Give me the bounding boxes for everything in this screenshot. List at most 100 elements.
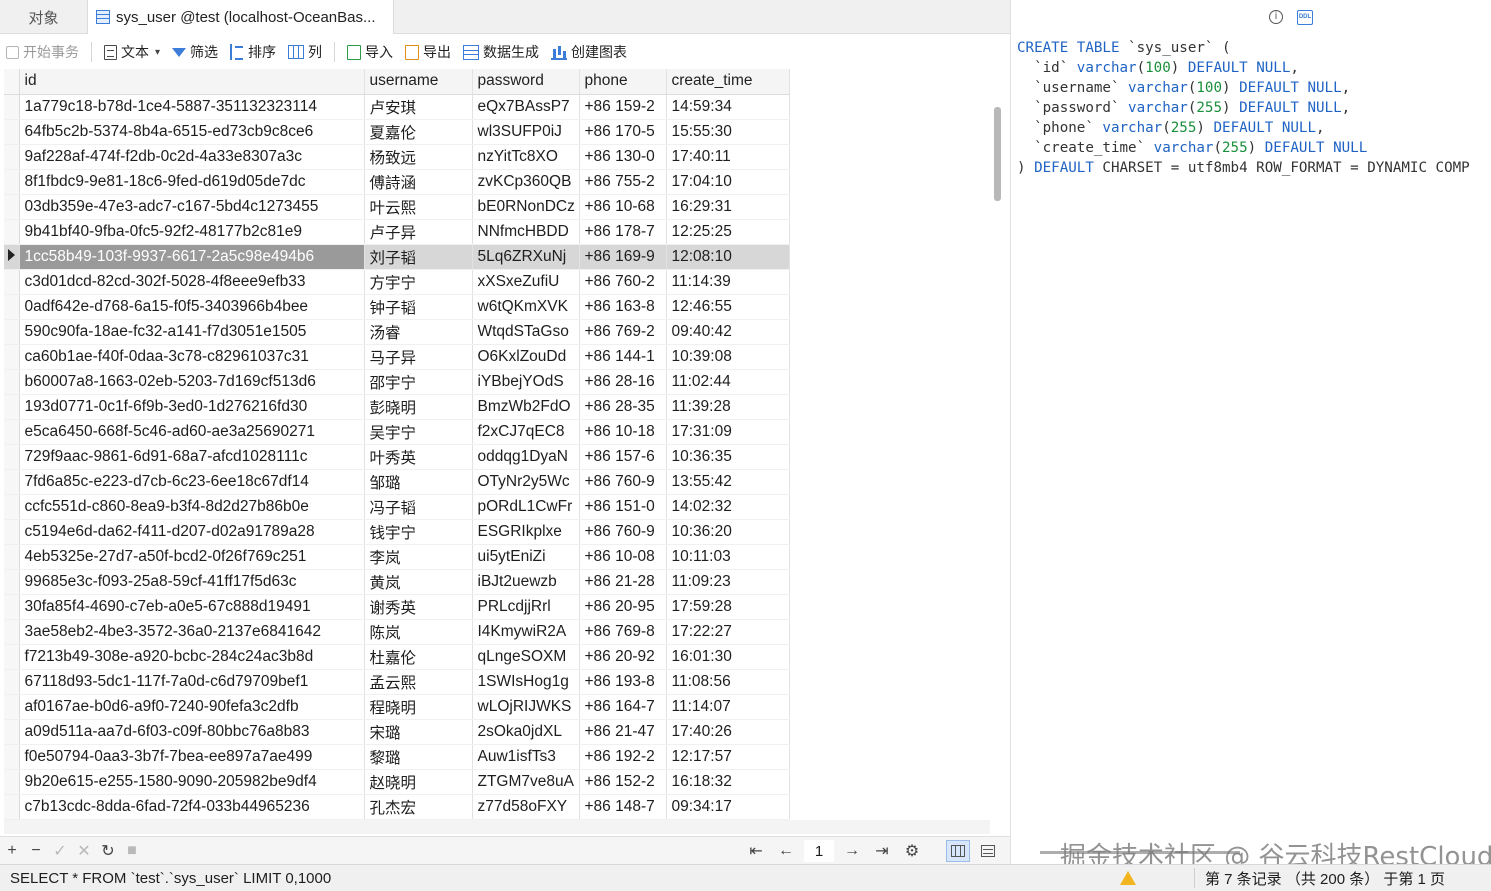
cell-create-time[interactable]: 17:22:27 (666, 619, 790, 645)
row-indicator[interactable] (4, 144, 20, 170)
row-indicator[interactable] (4, 469, 20, 495)
table-row[interactable]: 3ae58eb2-4be3-3572-36a0-2137e6841642 陈岚 I4… (4, 619, 790, 645)
table-row[interactable]: 7fd6a85c-e223-d7cb-6c23-6ee18c67df14 邹璐 OT… (4, 469, 790, 495)
cell-username[interactable]: 钱宇宁 (364, 519, 473, 545)
cell-password[interactable]: eQx7BAssP7 (472, 94, 580, 120)
cell-id[interactable]: 729f9aac-9861-6d91-68a7-afcd1028111c (19, 444, 365, 470)
cell-username[interactable]: 孔杰宏 (364, 794, 473, 820)
cell-id[interactable]: 0adf642e-d768-6a15-f0f5-3403966b4bee (19, 294, 365, 320)
cell-password[interactable]: ZTGM7ve8uA (472, 769, 580, 795)
cell-phone[interactable]: +86 760-2 (579, 269, 667, 295)
cell-password[interactable]: nzYitTc8XO (472, 144, 580, 170)
table-row[interactable]: 99685e3c-f093-25a8-59cf-41ff17f5d63c 黄岚 iB… (4, 569, 790, 595)
cell-id[interactable]: 1a779c18-b78d-1ce4-5887-351132323114 (19, 94, 365, 120)
cell-create-time[interactable]: 12:17:57 (666, 744, 790, 770)
form-view-button[interactable] (976, 840, 1000, 862)
cell-create-time[interactable]: 16:29:31 (666, 194, 790, 220)
cell-password[interactable]: wl3SUFP0iJ (472, 119, 580, 145)
page-settings-button[interactable]: ⚙ (900, 839, 924, 863)
cell-create-time[interactable]: 10:36:20 (666, 519, 790, 545)
table-row[interactable]: f7213b49-308e-a920-bcbc-284c24ac3b8d 杜嘉伦 q… (4, 644, 790, 670)
cell-password[interactable]: 5Lq6ZRXuNj (472, 244, 580, 270)
table-row[interactable]: 193d0771-0c1f-6f9b-3ed0-1d276216fd30 彭晓明 B… (4, 394, 790, 420)
row-indicator[interactable] (4, 619, 20, 645)
cell-id[interactable]: ca60b1ae-f40f-0daa-3c78-c82961037c31 (19, 344, 365, 370)
cell-password[interactable]: Auw1isfTs3 (472, 744, 580, 770)
apply-changes-button[interactable]: ✓ (48, 839, 72, 863)
cell-password[interactable]: iYBbejYOdS (472, 369, 580, 395)
row-indicator[interactable] (4, 769, 20, 795)
cell-username[interactable]: 彭晓明 (364, 394, 473, 420)
data-grid[interactable]: id username password phone create_time 1… (4, 69, 990, 820)
cell-id[interactable]: c7b13cdc-8dda-6fad-72f4-033b44965236 (19, 794, 365, 820)
row-indicator[interactable] (4, 394, 20, 420)
row-indicator[interactable] (4, 694, 20, 720)
cell-password[interactable]: bE0RNonDCz (472, 194, 580, 220)
row-indicator[interactable] (4, 594, 20, 620)
row-indicator[interactable] (4, 344, 20, 370)
cell-id[interactable]: 67118d93-5dc1-117f-7a0d-c6d79709bef1 (19, 669, 365, 695)
tab-objects[interactable]: 对象 (0, 0, 88, 34)
cell-phone[interactable]: +86 144-1 (579, 344, 667, 370)
table-row[interactable]: a09d511a-aa7d-6f03-c09f-80bbc76a8b83 宋璐 2s… (4, 719, 790, 745)
column-header-phone[interactable]: phone (579, 69, 667, 95)
cell-password[interactable]: f2xCJ7qEC8 (472, 419, 580, 445)
row-indicator[interactable] (4, 794, 20, 820)
cell-id[interactable]: c3d01dcd-82cd-302f-5028-4f8eee9efb33 (19, 269, 365, 295)
cell-id[interactable]: 9b20e615-e255-1580-9090-205982be9df4 (19, 769, 365, 795)
cell-password[interactable]: iBJt2uewzb (472, 569, 580, 595)
cell-phone[interactable]: +86 20-95 (579, 594, 667, 620)
cell-password[interactable]: O6KxlZouDd (472, 344, 580, 370)
row-indicator[interactable] (4, 544, 20, 570)
cell-phone[interactable]: +86 170-5 (579, 119, 667, 145)
cell-create-time[interactable]: 11:39:28 (666, 394, 790, 420)
tab-sys-user[interactable]: sys_user @test (localhost-OceanBas... (88, 0, 394, 34)
row-indicator[interactable] (4, 644, 20, 670)
cell-password[interactable]: oddqg1DyaN (472, 444, 580, 470)
discard-changes-button[interactable]: ✕ (72, 839, 96, 863)
cell-username[interactable]: 杨致远 (364, 144, 473, 170)
cell-create-time[interactable]: 09:34:17 (666, 794, 790, 820)
cell-create-time[interactable]: 15:55:30 (666, 119, 790, 145)
row-indicator[interactable] (4, 669, 20, 695)
stop-button[interactable]: ■ (120, 839, 144, 863)
cell-password[interactable]: ESGRIkplxe (472, 519, 580, 545)
column-header-username[interactable]: username (364, 69, 473, 95)
filter-button[interactable]: 筛选 (166, 39, 224, 65)
create-chart-button[interactable]: 创建图表 (545, 39, 633, 65)
cell-phone[interactable]: +86 152-2 (579, 769, 667, 795)
cell-id[interactable]: 590c90fa-18ae-fc32-a141-f7d3051e1505 (19, 319, 365, 345)
cell-phone[interactable]: +86 755-2 (579, 169, 667, 195)
column-header-id[interactable]: id (19, 69, 365, 95)
cell-id[interactable]: f7213b49-308e-a920-bcbc-284c24ac3b8d (19, 644, 365, 670)
cell-create-time[interactable]: 11:14:07 (666, 694, 790, 720)
cell-password[interactable]: pORdL1CwFr (472, 494, 580, 520)
cell-phone[interactable]: +86 21-47 (579, 719, 667, 745)
vertical-scrollbar-thumb[interactable] (994, 107, 1001, 201)
table-row[interactable]: 729f9aac-9861-6d91-68a7-afcd1028111c 叶秀英 o… (4, 444, 790, 470)
table-row[interactable]: c3d01dcd-82cd-302f-5028-4f8eee9efb33 方宇宁 x… (4, 269, 790, 295)
cell-phone[interactable]: +86 193-8 (579, 669, 667, 695)
table-row[interactable]: 590c90fa-18ae-fc32-a141-f7d3051e1505 汤睿 Wt… (4, 319, 790, 345)
cell-username[interactable]: 吴宇宁 (364, 419, 473, 445)
cell-username[interactable]: 黎璐 (364, 744, 473, 770)
table-row[interactable]: c7b13cdc-8dda-6fad-72f4-033b44965236 孔杰宏 z… (4, 794, 790, 820)
row-indicator[interactable] (4, 119, 20, 145)
cell-password[interactable]: I4KmywiR2A (472, 619, 580, 645)
horizontal-scrollbar[interactable] (4, 820, 990, 834)
cell-phone[interactable]: +86 169-9 (579, 244, 667, 270)
row-indicator[interactable] (4, 294, 20, 320)
cell-username[interactable]: 邹璐 (364, 469, 473, 495)
cell-create-time[interactable]: 11:14:39 (666, 269, 790, 295)
cell-create-time[interactable]: 12:25:25 (666, 219, 790, 245)
cell-phone[interactable]: +86 130-0 (579, 144, 667, 170)
cell-create-time[interactable]: 11:02:44 (666, 369, 790, 395)
cell-phone[interactable]: +86 148-7 (579, 794, 667, 820)
cell-username[interactable]: 叶秀英 (364, 444, 473, 470)
cell-create-time[interactable]: 17:04:10 (666, 169, 790, 195)
delete-record-button[interactable]: − (24, 839, 48, 863)
cell-create-time[interactable]: 16:01:30 (666, 644, 790, 670)
row-indicator[interactable] (4, 744, 20, 770)
cell-id[interactable]: a09d511a-aa7d-6f03-c09f-80bbc76a8b83 (19, 719, 365, 745)
cell-id[interactable]: af0167ae-b0d6-a9f0-7240-90fefa3c2dfb (19, 694, 365, 720)
